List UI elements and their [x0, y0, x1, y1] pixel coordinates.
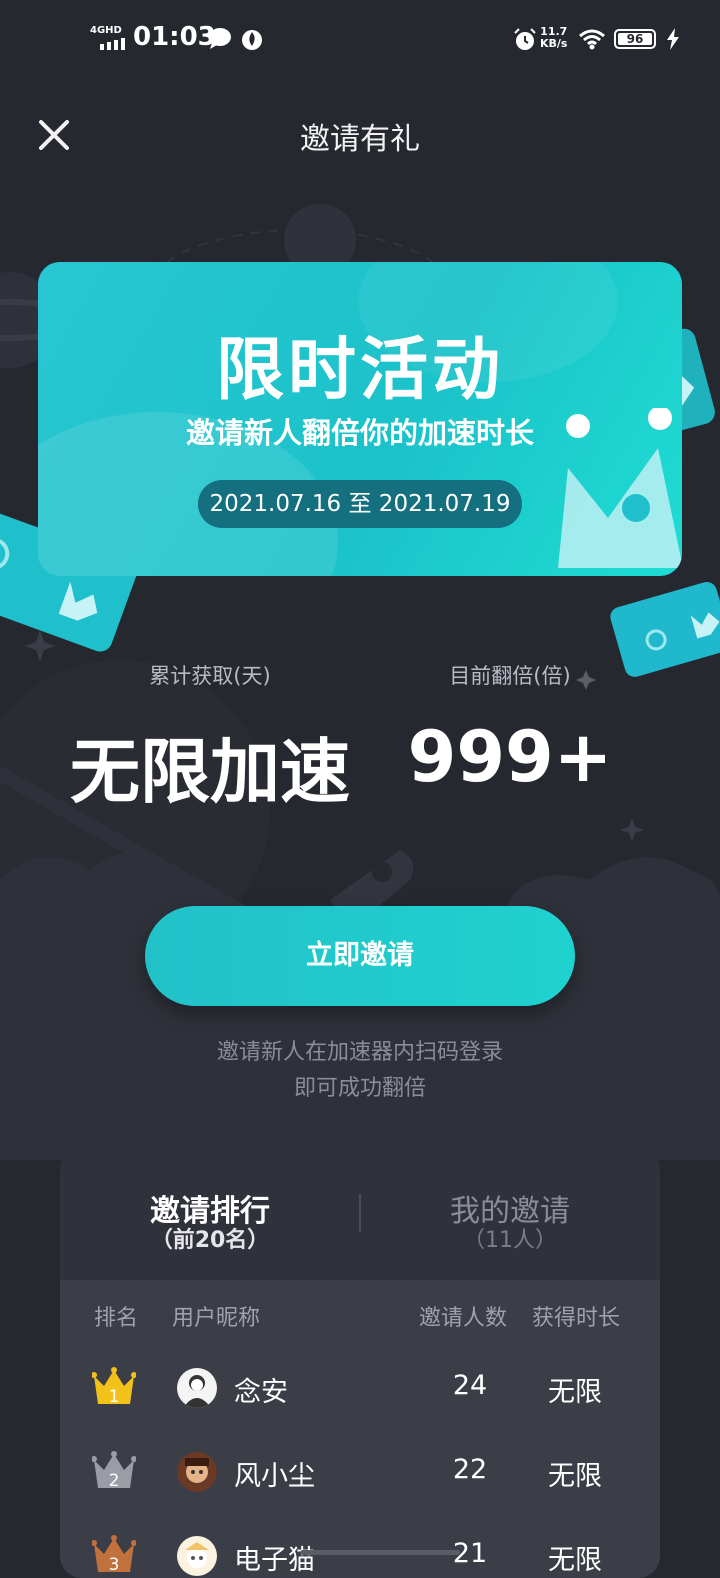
silver-crown-icon: 2 [92, 1451, 136, 1490]
user-nickname: 电子猫 [234, 1545, 315, 1576]
avatar [177, 1536, 217, 1576]
chat-bubble-icon [209, 28, 231, 49]
network-speed: 11.7 KB/s [540, 26, 567, 50]
invite-now-button[interactable]: 立即邀请 [145, 906, 575, 1006]
status-time: 01:03 [133, 22, 216, 52]
banner-subtitle: 邀请新人翻倍你的加速时长 [185, 416, 534, 450]
network-type: 4GHD [90, 25, 122, 36]
flame-icon [242, 30, 262, 50]
rank-number: 1 [109, 1387, 120, 1406]
rank-number: 3 [109, 1555, 120, 1574]
event-banner: 限时活动 邀请新人翻倍你的加速时长 2021.07.16 至 2021.07.1… [38, 262, 682, 576]
wifi-icon [579, 29, 605, 50]
invite-hint-line-2: 即可成功翻倍 [293, 1076, 426, 1101]
invite-count: 24 [452, 1370, 488, 1401]
user-nickname: 风小尘 [234, 1461, 315, 1492]
battery-level: 96 [618, 33, 652, 45]
tab-my-invites[interactable]: 我的邀请 （11人） [360, 1148, 660, 1280]
multiplier-label: 目前翻倍(倍) [449, 664, 571, 688]
multiplier-value: 999+ [407, 716, 613, 798]
banner-title: 限时活动 [215, 331, 504, 410]
home-indicator[interactable] [300, 1550, 460, 1555]
page-title: 邀请有礼 [300, 122, 420, 157]
status-bar: 4GHD 01:03 11.7 KB/s 96 [0, 0, 720, 80]
avatar [177, 1368, 217, 1408]
ranking-table: 排名 用户昵称 邀请人数 获得时长 1 念安 24 无限 2 风小尘 22 无限… [60, 1280, 660, 1578]
accumulated-label: 累计获取(天) [149, 664, 271, 688]
ranking-card: 邀请排行 （前20名） 我的邀请 （11人） 排名 用户昵称 邀请人数 获得时长… [60, 1148, 660, 1578]
avatar [177, 1452, 217, 1492]
charging-icon [667, 28, 679, 50]
alarm-icon [514, 28, 536, 50]
earned-duration: 无限 [548, 1461, 602, 1492]
tab-my-invites-sub: （11人） [463, 1228, 557, 1253]
signal-icon [100, 38, 125, 50]
header-rank: 排名 [94, 1306, 139, 1331]
speed-unit: KB/s [540, 37, 568, 50]
earned-duration: 无限 [548, 1545, 602, 1576]
header-nickname: 用户昵称 [172, 1306, 261, 1331]
gold-crown-icon: 1 [92, 1367, 136, 1406]
header-duration: 获得时长 [532, 1306, 621, 1331]
battery-icon: 96 [614, 29, 656, 49]
header-invites: 邀请人数 [419, 1306, 508, 1331]
invite-count: 22 [452, 1454, 488, 1485]
table-row: 2 风小尘 22 无限 [60, 1430, 660, 1514]
table-row: 1 念安 24 无限 [60, 1346, 660, 1430]
tab-ranking-sub: （前20名） [150, 1228, 270, 1253]
invite-hint-line-1: 邀请新人在加速器内扫码登录 [216, 1040, 503, 1065]
earned-duration: 无限 [548, 1377, 602, 1408]
user-nickname: 念安 [234, 1377, 288, 1408]
bronze-crown-icon: 3 [92, 1535, 136, 1574]
date-range-badge: 2021.07.16 至 2021.07.19 [198, 480, 522, 528]
accumulated-value: 无限加速 [70, 731, 350, 813]
table-row: 3 电子猫 21 无限 [60, 1514, 660, 1578]
rank-number: 2 [109, 1471, 120, 1490]
tab-ranking[interactable]: 邀请排行 （前20名） [60, 1148, 360, 1280]
